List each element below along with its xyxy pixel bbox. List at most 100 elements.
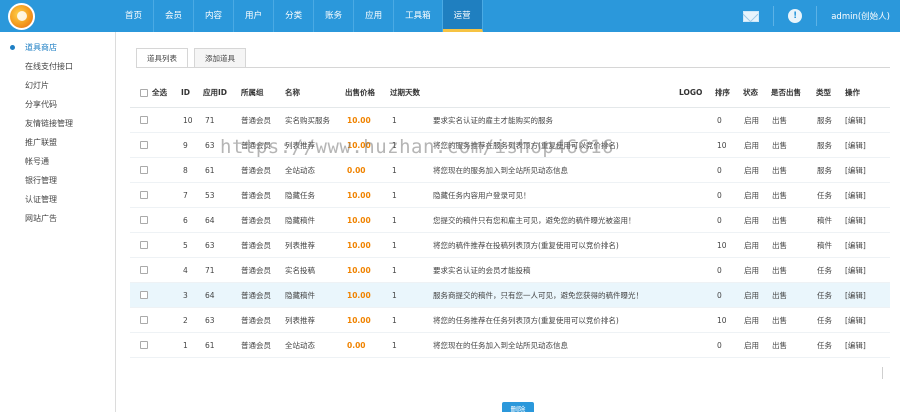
row-checkbox[interactable] (140, 266, 148, 274)
mail-icon[interactable] (743, 10, 760, 22)
scrollbar-hint (882, 367, 883, 379)
cell-name: 列表推荐 (285, 140, 315, 150)
cell-action[interactable]: [编辑] (845, 283, 866, 307)
sidebar-item[interactable]: 银行管理 (0, 171, 115, 190)
cell-desc: 要求实名认证的雇主才能购买的服务 (433, 115, 553, 125)
cell-action[interactable]: [编辑] (845, 233, 866, 257)
nav-item[interactable]: 应用 (354, 0, 395, 32)
cell-id: 8 (183, 165, 188, 175)
cell-days: 1 (392, 315, 397, 325)
col-header-days: 过期天数 (390, 88, 420, 97)
cell-sort: 0 (717, 265, 722, 275)
col-header-group: 所属组 (241, 88, 264, 97)
sidebar-item[interactable]: 道具商店 (0, 38, 115, 57)
sidebar-item[interactable]: 在线支付接口 (0, 57, 115, 76)
row-checkbox-cell (140, 258, 148, 282)
row-checkbox-cell (140, 283, 148, 307)
nav-item[interactable]: 工具箱 (394, 0, 443, 32)
cell-desc: 将您的稿件推荐在投稿列表顶方(重复使用可以竞价排名) (433, 240, 619, 250)
nav-item[interactable]: 运营 (442, 0, 483, 32)
cell-sale: 出售 (772, 115, 787, 125)
current-user-link[interactable]: admin(创始人) (831, 10, 890, 22)
sidebar-item[interactable]: 推广联盟 (0, 133, 115, 152)
cell-app-id: 61 (205, 165, 215, 175)
cell-app-id: 64 (205, 290, 215, 300)
cell-action[interactable]: [编辑] (845, 133, 866, 157)
sidebar: 道具商店 在线支付接口幻灯片分享代码 友情链接管理 推广联盟 帐号通银行管理认证管理 网站… (0, 32, 116, 412)
sidebar-item-label: 银行管理 (25, 176, 57, 185)
sidebar-item[interactable]: 分享代码 (0, 95, 115, 114)
sidebar-item[interactable]: 网站广告 (0, 209, 115, 228)
nav-item[interactable]: 会员 (154, 0, 195, 32)
cell-sale: 出售 (772, 265, 787, 275)
row-checkbox[interactable] (140, 141, 148, 149)
sidebar-item[interactable]: 幻灯片 (0, 76, 115, 95)
cell-id: 1 (183, 340, 188, 350)
cell-group: 普通会员 (241, 140, 271, 150)
cell-days: 1 (392, 115, 397, 125)
cell-action[interactable]: [编辑] (845, 308, 866, 332)
cell-status: 启用 (744, 340, 759, 350)
cell-desc: 将您的服务推荐在服务列表顶方(重复使用可以竞价排名) (433, 140, 619, 150)
cell-group: 普通会员 (241, 190, 271, 200)
cell-group: 普通会员 (241, 215, 271, 225)
row-checkbox[interactable] (140, 191, 148, 199)
select-all-cell[interactable]: 全选 (140, 78, 167, 107)
cell-name: 列表推荐 (285, 240, 315, 250)
cell-sort: 0 (717, 190, 722, 200)
col-header-action: 操作 (845, 88, 860, 97)
col-header-price: 出售价格 (345, 88, 375, 97)
cell-type: 任务 (817, 190, 832, 200)
sidebar-item[interactable]: 帐号通 (0, 152, 115, 171)
cell-type: 稿件 (817, 215, 832, 225)
row-checkbox[interactable] (140, 116, 148, 124)
cell-name: 实名投稿 (285, 265, 315, 275)
col-header-type: 类型 (816, 88, 831, 97)
row-checkbox[interactable] (140, 316, 148, 324)
table-row: 5 63 普通会员 列表推荐 10.00 1 将您的稿件推荐在投稿列表顶方(重复使用可以竞价… (130, 233, 890, 258)
cell-status: 启用 (744, 165, 759, 175)
cell-desc: 将您现在的服务加入到全站所见动态信息 (433, 165, 568, 175)
cell-action[interactable]: [编辑] (845, 258, 866, 282)
cell-id: 4 (183, 265, 188, 275)
cell-name: 实名购买服务 (285, 115, 330, 125)
table-header-row: 全选 ID 应用ID 所属组 名称 出售价格 过期天数 LOGO 排序 状态 是… (130, 78, 890, 108)
cell-action[interactable]: [编辑] (845, 108, 866, 132)
sidebar-item[interactable]: 友情链接管理 (0, 114, 115, 133)
row-checkbox[interactable] (140, 341, 148, 349)
nav-item[interactable]: 首页 (114, 0, 155, 32)
delete-button[interactable]: 删除 (502, 402, 534, 412)
cell-id: 9 (183, 140, 188, 150)
sidebar-item-label: 幻灯片 (25, 81, 49, 90)
cell-id: 7 (183, 190, 188, 200)
cell-action[interactable]: [编辑] (845, 333, 866, 357)
select-all-checkbox[interactable] (140, 88, 148, 97)
cell-days: 1 (392, 215, 397, 225)
info-icon[interactable]: ! (788, 9, 803, 23)
cell-sale: 出售 (772, 240, 787, 250)
cell-app-id: 63 (205, 140, 215, 150)
cell-action[interactable]: [编辑] (845, 208, 866, 232)
cell-action[interactable]: [编辑] (845, 158, 866, 182)
cell-days: 1 (392, 240, 397, 250)
tab[interactable]: 添加道具 (194, 48, 246, 68)
nav-item[interactable]: 内容 (194, 0, 235, 32)
app-logo-icon[interactable] (8, 3, 35, 30)
row-checkbox-cell (140, 183, 148, 207)
table-row: 8 61 普通会员 全站动态 0.00 1 将您现在的服务加入到全站所见动态信息 0 启用 出售 服… (130, 158, 890, 183)
cell-action[interactable]: [编辑] (845, 183, 866, 207)
row-checkbox[interactable] (140, 166, 148, 174)
select-all-label: 全选 (152, 88, 167, 97)
cell-sale: 出售 (772, 290, 787, 300)
nav-item[interactable]: 账务 (314, 0, 355, 32)
cell-group: 普通会员 (241, 290, 271, 300)
sidebar-item[interactable]: 认证管理 (0, 190, 115, 209)
nav-item[interactable]: 分类 (274, 0, 315, 32)
nav-item[interactable]: 用户 (234, 0, 275, 32)
row-checkbox[interactable] (140, 241, 148, 249)
row-checkbox[interactable] (140, 216, 148, 224)
tab[interactable]: 道具列表 (136, 48, 188, 68)
table-row: 7 53 普通会员 隐藏任务 10.00 1 隐藏任务内容用户登录可见！ 0 启用 出售 任务 [编辑… (130, 183, 890, 208)
row-checkbox[interactable] (140, 291, 148, 299)
cell-desc: 服务商提交的稿件，只有您一人可见，避免您获得的稿件曝光！ (433, 290, 643, 300)
